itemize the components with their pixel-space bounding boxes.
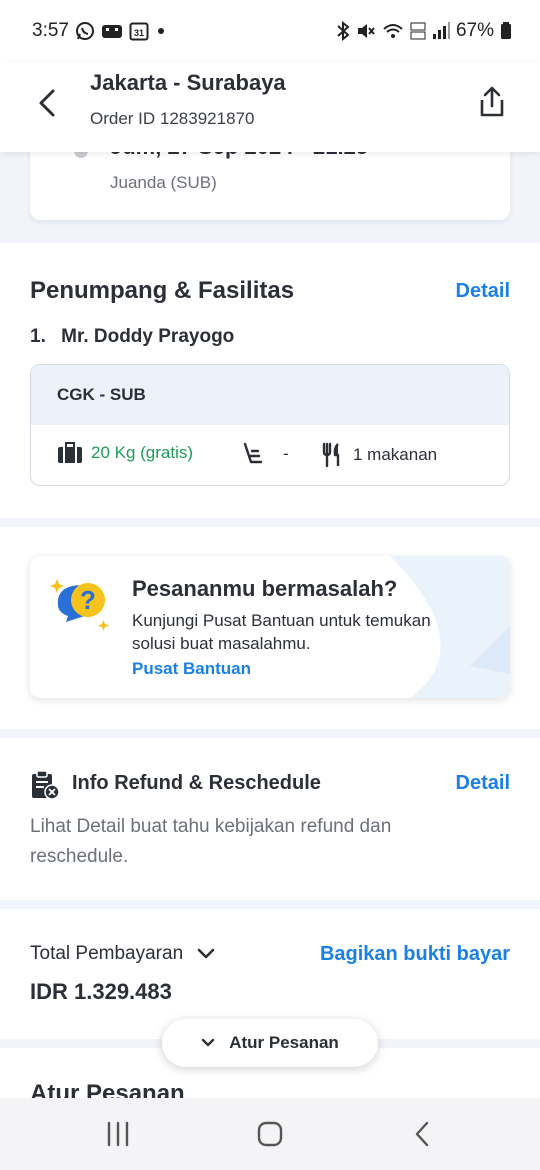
- chevron-down-icon: [197, 948, 215, 959]
- seat-icon: [243, 442, 263, 464]
- passenger-section: Penumpang & Fasilitas Detail 1. Mr. Dodd…: [0, 243, 540, 518]
- refund-detail-link[interactable]: Detail: [456, 772, 510, 795]
- wifi-icon: [382, 21, 404, 41]
- recent-apps-icon: [107, 1121, 129, 1147]
- volte-icon: [410, 21, 426, 41]
- share-receipt-link[interactable]: Bagikan bukti bayar: [320, 943, 510, 966]
- whatsapp-icon: [75, 21, 95, 41]
- total-amount: IDR 1.329.483: [30, 979, 172, 1004]
- baggage-allowance: 20 Kg (gratis): [91, 443, 194, 462]
- help-card[interactable]: ? Pesananmu bermasalah? Kunjungi Pusat B…: [30, 556, 510, 698]
- refund-section: Info Refund & Reschedule Detail Lihat De…: [0, 738, 540, 900]
- signal-icon: [432, 21, 450, 41]
- svg-text:?: ?: [80, 585, 96, 615]
- help-section: ? Pesananmu bermasalah? Kunjungi Pusat B…: [0, 527, 540, 729]
- calendar-day: 31: [134, 28, 144, 38]
- system-back-button[interactable]: [404, 1118, 440, 1150]
- status-right: 67%: [336, 20, 512, 42]
- seat-value: -: [283, 444, 289, 463]
- seat-item: -: [241, 442, 289, 466]
- share-button[interactable]: [472, 82, 512, 122]
- passenger-name-row: 1. Mr. Doddy Prayogo: [30, 326, 234, 348]
- status-bar: 3:57 31 67%: [0, 0, 540, 62]
- back-arrow-icon: [39, 89, 55, 117]
- battery-percent: 67%: [455, 20, 494, 41]
- refund-document-icon: [32, 770, 60, 800]
- calendar-icon: 31: [129, 21, 149, 41]
- question-bubble-icon: ?: [50, 579, 109, 631]
- bluetooth-icon: [336, 21, 350, 41]
- recent-apps-button[interactable]: [100, 1118, 136, 1150]
- passenger-section-title: Penumpang & Fasilitas: [30, 277, 295, 304]
- home-button[interactable]: [252, 1118, 288, 1150]
- order-id: Order ID 1283921870: [90, 109, 255, 128]
- back-button[interactable]: [30, 86, 64, 120]
- manage-order-button-label: Atur Pesanan: [229, 1033, 339, 1052]
- refund-title: Info Refund & Reschedule: [72, 772, 321, 794]
- meal-value: 1 makanan: [353, 445, 438, 464]
- baggage-item: 20 Kg (gratis): [57, 442, 193, 464]
- facility-route: CGK - SUB: [31, 365, 509, 425]
- help-description: Kunjungi Pusat Bantuan untuk temukan sol…: [132, 611, 431, 653]
- passenger-detail-link[interactable]: Detail: [456, 280, 510, 303]
- app-header: Jakarta - Surabaya Order ID 1283921870: [0, 62, 540, 152]
- system-back-icon: [415, 1121, 429, 1147]
- dot-icon: [155, 25, 167, 37]
- share-icon: [480, 86, 504, 117]
- battery-icon: [500, 21, 512, 41]
- total-payment-label: Total Pembayaran: [30, 943, 184, 964]
- facility-box: CGK - SUB 20 Kg (gratis) - 1 makanan: [30, 364, 510, 486]
- home-icon: [257, 1121, 283, 1147]
- game-icon: [101, 22, 123, 40]
- meal-icon: [322, 442, 340, 468]
- total-payment-toggle[interactable]: Total Pembayaran: [30, 943, 215, 965]
- facility-row: 20 Kg (gratis) - 1 makanan: [31, 425, 509, 485]
- meal-item: 1 makanan: [321, 442, 437, 468]
- chevron-down-icon: [202, 1038, 215, 1047]
- status-left: 3:57 31: [32, 20, 167, 42]
- passenger-index: 1.: [30, 326, 46, 347]
- page-title: Jakarta - Surabaya: [90, 70, 286, 95]
- status-time: 3:57: [32, 20, 69, 41]
- refund-description: Lihat Detail buat tahu kebijakan refund …: [30, 816, 392, 867]
- arrival-airport: Juanda (SUB): [110, 173, 217, 192]
- manage-order-button[interactable]: Atur Pesanan: [162, 1019, 378, 1067]
- help-center-link[interactable]: Pusat Bantuan: [132, 659, 251, 679]
- system-nav-bar: [0, 1098, 540, 1170]
- baggage-icon: [58, 442, 82, 463]
- passenger-name: Mr. Doddy Prayogo: [61, 326, 235, 347]
- mute-icon: [356, 21, 376, 41]
- help-title: Pesananmu bermasalah?: [132, 576, 398, 601]
